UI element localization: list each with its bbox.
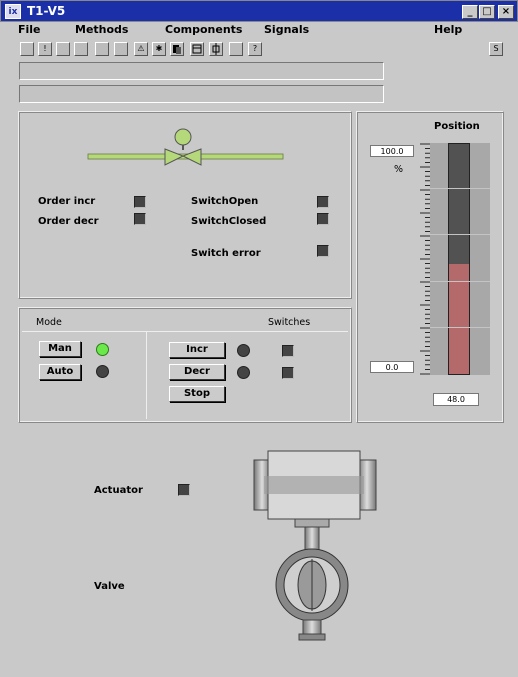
auto-led — [96, 365, 109, 378]
position-max-value: 100.0 — [370, 145, 414, 157]
auto-button[interactable]: Auto — [39, 364, 81, 380]
toolbar-blank-icon[interactable] — [20, 42, 34, 56]
incr-led — [237, 344, 250, 357]
window-icon[interactable] — [190, 42, 204, 56]
maximize-button[interactable]: □ — [479, 5, 495, 19]
message-field-2 — [19, 85, 384, 103]
warning-icon[interactable]: ⚠ — [134, 42, 148, 56]
mode-title: Mode — [36, 317, 62, 328]
valve-symbol — [87, 128, 284, 166]
control-vdivider — [146, 331, 147, 419]
switches-title: Switches — [268, 317, 311, 328]
valve-actuator-graphic — [253, 450, 377, 641]
position-min-value: 0.0 — [370, 361, 414, 373]
toolbar-blank-icon[interactable] — [74, 42, 88, 56]
toolbar-blank-icon[interactable] — [114, 42, 128, 56]
title-bar: ix T1-V5 _ □ × — [0, 0, 518, 22]
order-decr-label: Order decr — [38, 216, 99, 227]
menu-bar: File Methods Components Signals Help — [0, 22, 518, 37]
menu-signals[interactable]: Signals — [264, 23, 309, 36]
order-incr-indicator — [134, 196, 146, 208]
order-incr-label: Order incr — [38, 196, 96, 207]
incr-indicator — [282, 345, 294, 357]
asterisk-icon[interactable]: ✱ — [152, 42, 166, 56]
switch-closed-indicator — [317, 213, 329, 225]
close-button[interactable]: × — [498, 5, 514, 19]
man-led — [96, 343, 109, 356]
menu-help[interactable]: Help — [434, 23, 462, 36]
minimize-button[interactable]: _ — [462, 5, 478, 19]
switch-open-indicator — [317, 196, 329, 208]
window-title: T1-V5 — [27, 4, 66, 18]
toolbar-blank-icon[interactable] — [229, 42, 243, 56]
switch-error-label: Switch error — [191, 248, 261, 259]
switch-error-indicator — [317, 245, 329, 257]
order-decr-indicator — [134, 213, 146, 225]
toolbar-blank-icon[interactable] — [95, 42, 109, 56]
help-icon[interactable]: ? — [248, 42, 262, 56]
decr-led — [237, 366, 250, 379]
menu-components[interactable]: Components — [165, 23, 242, 36]
stop-button[interactable]: Stop — [169, 386, 225, 402]
position-value: 48.0 — [433, 393, 479, 406]
stack-icon[interactable] — [170, 42, 184, 56]
incr-button[interactable]: Incr — [169, 342, 225, 358]
message-field-1 — [19, 62, 384, 80]
position-unit: % — [394, 164, 404, 175]
position-title: Position — [434, 121, 480, 132]
toolbar-blank-icon[interactable] — [56, 42, 70, 56]
actuator-indicator — [178, 484, 190, 496]
actuator-label: Actuator — [94, 485, 143, 496]
menu-file[interactable]: File — [18, 23, 41, 36]
menu-methods[interactable]: Methods — [75, 23, 128, 36]
man-button[interactable]: Man — [39, 341, 81, 357]
decr-indicator — [282, 367, 294, 379]
control-divider — [22, 331, 348, 332]
sidebar-toggle-icon[interactable]: S — [489, 42, 503, 56]
position-scale — [420, 143, 430, 375]
position-bar-track — [430, 143, 490, 375]
position-bar — [448, 143, 470, 375]
valve-label: Valve — [94, 581, 125, 592]
exclaim-icon[interactable]: ! — [38, 42, 52, 56]
app-icon: ix — [5, 4, 21, 19]
plug-icon[interactable] — [209, 42, 223, 56]
toolbar: ! ⚠ ✱ ? S — [0, 37, 518, 61]
decr-button[interactable]: Decr — [169, 364, 225, 380]
switch-open-label: SwitchOpen — [191, 196, 259, 207]
switch-closed-label: SwitchClosed — [191, 216, 267, 227]
